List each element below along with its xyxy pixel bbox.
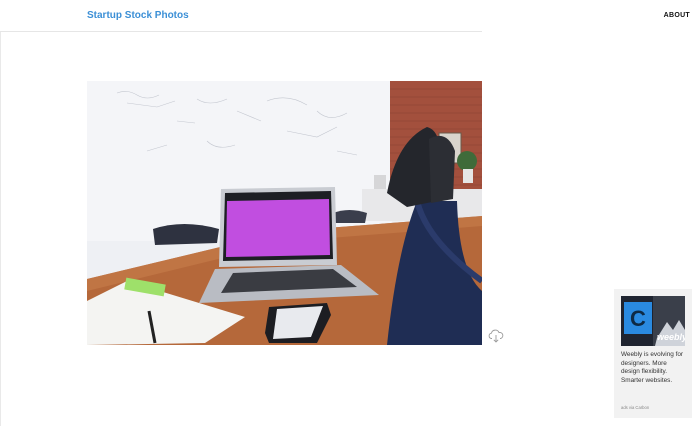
ad-via-carbon[interactable]: ads via Carbon (621, 405, 649, 410)
svg-text:weebly: weebly (657, 332, 685, 342)
download-button[interactable] (488, 329, 504, 343)
stock-photo[interactable] (87, 81, 482, 345)
carbon-ad[interactable]: C weebly Weebly is evolving for designer… (614, 289, 692, 418)
stock-photo-image (87, 81, 482, 345)
svg-text:C: C (630, 306, 646, 331)
ad-text[interactable]: Weebly is evolving for designers. More d… (621, 351, 687, 385)
cloud-download-icon (488, 329, 504, 343)
site-header: Startup Stock Photos (0, 0, 482, 32)
site-title-link[interactable]: Startup Stock Photos (87, 10, 189, 21)
ad-image[interactable]: C weebly (621, 296, 688, 346)
nav-about-link[interactable]: ABOUT (664, 12, 690, 19)
weebly-ad-image: C weebly (621, 296, 688, 346)
